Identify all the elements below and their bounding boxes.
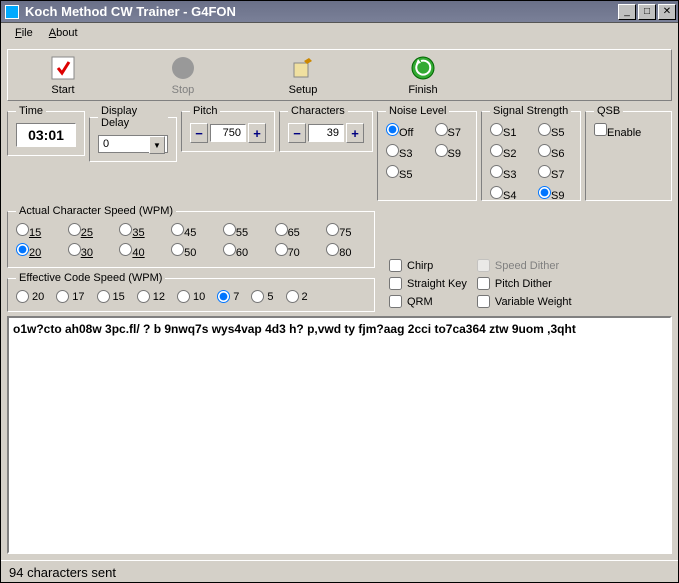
- actual-15[interactable]: 15: [16, 223, 56, 239]
- menubar: File About: [1, 23, 678, 43]
- actual-80[interactable]: 80: [326, 243, 366, 259]
- noise-Off[interactable]: Off: [386, 123, 421, 139]
- variable-weight-check[interactable]: Variable Weight: [477, 295, 572, 308]
- app-icon: [5, 5, 19, 19]
- pitch-group: Pitch − 750 +: [181, 105, 275, 152]
- characters-up-button[interactable]: +: [346, 123, 364, 143]
- noise-S7[interactable]: S7: [435, 123, 469, 139]
- maximize-button[interactable]: □: [638, 4, 656, 20]
- statusbar: 94 characters sent: [1, 560, 678, 582]
- stop-button: Stop: [148, 54, 218, 96]
- pitch-value: 750: [210, 124, 246, 142]
- signal-S7[interactable]: S7: [538, 165, 572, 181]
- setup-icon: [289, 54, 317, 82]
- close-button[interactable]: ✕: [658, 4, 676, 20]
- menu-file[interactable]: File: [9, 25, 39, 41]
- setup-label: Setup: [289, 84, 318, 96]
- finish-label: Finish: [408, 84, 437, 96]
- effective-7[interactable]: 7: [217, 290, 239, 303]
- characters-group: Characters − 39 +: [279, 105, 373, 152]
- effective-20[interactable]: 20: [16, 290, 44, 303]
- signal-S1[interactable]: S1: [490, 123, 524, 139]
- setup-button[interactable]: Setup: [268, 54, 338, 96]
- actual-30[interactable]: 30: [68, 243, 108, 259]
- start-label: Start: [51, 84, 74, 96]
- actual-40[interactable]: 40: [119, 243, 159, 259]
- signal-S2[interactable]: S2: [490, 144, 524, 160]
- effective-speed-group: Effective Code Speed (WPM) 20 17 15 12 10 752: [7, 272, 375, 312]
- time-legend: Time: [16, 105, 46, 117]
- signal-S5[interactable]: S5: [538, 123, 572, 139]
- effective-2[interactable]: 2: [286, 290, 308, 303]
- actual-50[interactable]: 50: [171, 243, 211, 259]
- effective-10[interactable]: 10: [177, 290, 205, 303]
- noise-group: Noise Level Off S7 S3 S9 S5: [377, 105, 477, 201]
- effective-speed-legend: Effective Code Speed (WPM): [16, 272, 165, 284]
- finish-icon: [409, 54, 437, 82]
- actual-45[interactable]: 45: [171, 223, 211, 239]
- stop-icon: [169, 54, 197, 82]
- actual-20[interactable]: 20: [16, 243, 56, 259]
- titlebar: Koch Method CW Trainer - G4FON _ □ ✕: [1, 1, 678, 23]
- display-delay-group: Display Delay 0: [89, 105, 177, 162]
- actual-75[interactable]: 75: [326, 223, 366, 239]
- effective-17[interactable]: 17: [56, 290, 84, 303]
- pitch-down-button[interactable]: −: [190, 123, 208, 143]
- signal-legend: Signal Strength: [490, 105, 571, 117]
- actual-70[interactable]: 70: [275, 243, 315, 259]
- noise-legend: Noise Level: [386, 105, 449, 117]
- signal-S4[interactable]: S4: [490, 186, 524, 202]
- actual-speed-group: Actual Character Speed (WPM) 15 25 35 45 55 6…: [7, 205, 375, 268]
- straight-key-check[interactable]: Straight Key: [389, 277, 467, 290]
- effective-15[interactable]: 15: [97, 290, 125, 303]
- output-text: o1w?cto ah08w 3pc.fl/ ? b 9nwq7s wys4vap…: [7, 316, 672, 554]
- pitch-up-button[interactable]: +: [248, 123, 266, 143]
- qsb-legend: QSB: [594, 105, 623, 117]
- time-group: Time 03:01: [7, 105, 85, 156]
- signal-group: Signal Strength S1 S5 S2 S6 S3 S7 S4 S9: [481, 105, 581, 201]
- qsb-enable-check[interactable]: Enable: [594, 127, 641, 139]
- characters-down-button[interactable]: −: [288, 123, 306, 143]
- pitch-legend: Pitch: [190, 105, 220, 117]
- noise-S5[interactable]: S5: [386, 165, 421, 181]
- qsb-group: QSB Enable: [585, 105, 672, 201]
- actual-35[interactable]: 35: [119, 223, 159, 239]
- menu-about[interactable]: About: [43, 25, 84, 41]
- actual-65[interactable]: 65: [275, 223, 315, 239]
- noise-S3[interactable]: S3: [386, 144, 421, 160]
- noise-S9[interactable]: S9: [435, 144, 469, 160]
- start-icon: [49, 54, 77, 82]
- start-button[interactable]: Start: [28, 54, 98, 96]
- qrm-check[interactable]: QRM: [389, 295, 467, 308]
- display-delay-combo[interactable]: 0: [98, 135, 168, 153]
- actual-speed-legend: Actual Character Speed (WPM): [16, 205, 176, 217]
- window-title: Koch Method CW Trainer - G4FON: [25, 4, 618, 19]
- effective-12[interactable]: 12: [137, 290, 165, 303]
- minimize-button[interactable]: _: [618, 4, 636, 20]
- actual-60[interactable]: 60: [223, 243, 263, 259]
- actual-55[interactable]: 55: [223, 223, 263, 239]
- characters-legend: Characters: [288, 105, 348, 117]
- pitch-dither-check[interactable]: Pitch Dither: [477, 277, 572, 290]
- toolbar: Start Stop Setup Finish: [7, 49, 672, 101]
- time-value: 03:01: [16, 123, 76, 147]
- actual-25[interactable]: 25: [68, 223, 108, 239]
- display-delay-legend: Display Delay: [98, 105, 168, 129]
- signal-S9[interactable]: S9: [538, 186, 572, 202]
- speed-dither-check: Speed Dither: [477, 259, 572, 272]
- finish-button[interactable]: Finish: [388, 54, 458, 96]
- signal-S3[interactable]: S3: [490, 165, 524, 181]
- chirp-check[interactable]: Chirp: [389, 259, 467, 272]
- characters-value: 39: [308, 124, 344, 142]
- stop-label: Stop: [172, 84, 195, 96]
- effective-5[interactable]: 5: [251, 290, 273, 303]
- signal-S6[interactable]: S6: [538, 144, 572, 160]
